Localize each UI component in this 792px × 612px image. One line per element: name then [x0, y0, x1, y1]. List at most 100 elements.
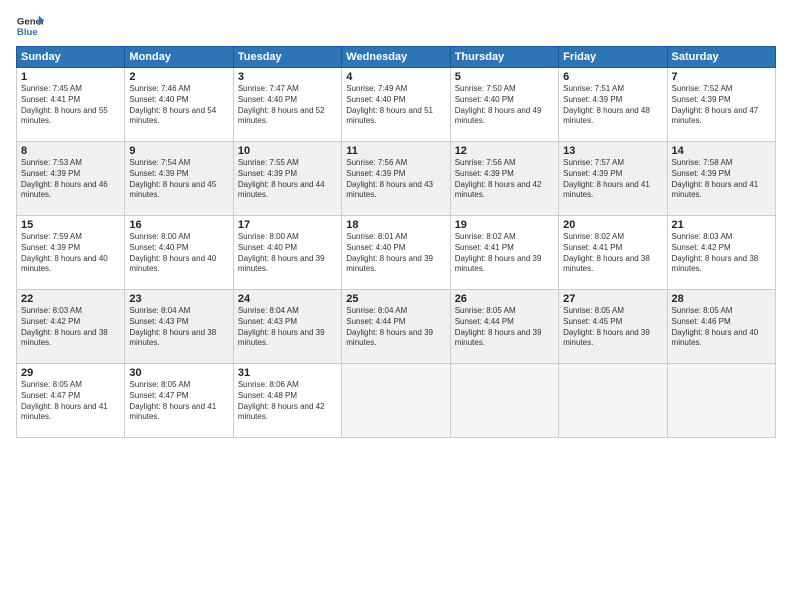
day-info: Sunrise: 7:50 AMSunset: 4:40 PMDaylight:… — [455, 84, 554, 127]
day-info: Sunrise: 7:53 AMSunset: 4:39 PMDaylight:… — [21, 158, 120, 201]
day-info: Sunrise: 7:56 AMSunset: 4:39 PMDaylight:… — [346, 158, 445, 201]
svg-text:Blue: Blue — [17, 27, 38, 38]
day-info: Sunrise: 7:51 AMSunset: 4:39 PMDaylight:… — [563, 84, 662, 127]
day-info: Sunrise: 8:04 AMSunset: 4:43 PMDaylight:… — [129, 306, 228, 349]
day-number: 4 — [346, 71, 445, 83]
header-cell-sunday: Sunday — [17, 47, 125, 68]
header: General Blue — [16, 12, 776, 40]
calendar-cell: 18Sunrise: 8:01 AMSunset: 4:40 PMDayligh… — [342, 216, 450, 290]
calendar-cell: 9Sunrise: 7:54 AMSunset: 4:39 PMDaylight… — [125, 142, 233, 216]
calendar-cell: 26Sunrise: 8:05 AMSunset: 4:44 PMDayligh… — [450, 290, 558, 364]
day-info: Sunrise: 7:55 AMSunset: 4:39 PMDaylight:… — [238, 158, 337, 201]
calendar-cell: 25Sunrise: 8:04 AMSunset: 4:44 PMDayligh… — [342, 290, 450, 364]
day-number: 22 — [21, 293, 120, 305]
day-number: 19 — [455, 219, 554, 231]
day-info: Sunrise: 8:05 AMSunset: 4:47 PMDaylight:… — [21, 380, 120, 423]
calendar-cell: 24Sunrise: 8:04 AMSunset: 4:43 PMDayligh… — [233, 290, 341, 364]
calendar-cell: 11Sunrise: 7:56 AMSunset: 4:39 PMDayligh… — [342, 142, 450, 216]
calendar-cell: 13Sunrise: 7:57 AMSunset: 4:39 PMDayligh… — [559, 142, 667, 216]
calendar-cell: 23Sunrise: 8:04 AMSunset: 4:43 PMDayligh… — [125, 290, 233, 364]
day-number: 3 — [238, 71, 337, 83]
calendar-cell: 14Sunrise: 7:58 AMSunset: 4:39 PMDayligh… — [667, 142, 775, 216]
calendar-cell: 12Sunrise: 7:56 AMSunset: 4:39 PMDayligh… — [450, 142, 558, 216]
day-number: 18 — [346, 219, 445, 231]
day-number: 2 — [129, 71, 228, 83]
day-number: 27 — [563, 293, 662, 305]
day-info: Sunrise: 8:00 AMSunset: 4:40 PMDaylight:… — [129, 232, 228, 275]
day-number: 25 — [346, 293, 445, 305]
calendar-cell: 7Sunrise: 7:52 AMSunset: 4:39 PMDaylight… — [667, 68, 775, 142]
calendar-cell: 1Sunrise: 7:45 AMSunset: 4:41 PMDaylight… — [17, 68, 125, 142]
calendar-cell: 6Sunrise: 7:51 AMSunset: 4:39 PMDaylight… — [559, 68, 667, 142]
header-cell-wednesday: Wednesday — [342, 47, 450, 68]
day-info: Sunrise: 8:06 AMSunset: 4:48 PMDaylight:… — [238, 380, 337, 423]
day-number: 13 — [563, 145, 662, 157]
calendar-cell: 16Sunrise: 8:00 AMSunset: 4:40 PMDayligh… — [125, 216, 233, 290]
calendar-cell: 15Sunrise: 7:59 AMSunset: 4:39 PMDayligh… — [17, 216, 125, 290]
day-number: 26 — [455, 293, 554, 305]
day-info: Sunrise: 8:04 AMSunset: 4:43 PMDaylight:… — [238, 306, 337, 349]
calendar-cell: 5Sunrise: 7:50 AMSunset: 4:40 PMDaylight… — [450, 68, 558, 142]
calendar-cell — [450, 364, 558, 438]
day-number: 29 — [21, 367, 120, 379]
day-number: 17 — [238, 219, 337, 231]
day-info: Sunrise: 8:00 AMSunset: 4:40 PMDaylight:… — [238, 232, 337, 275]
day-number: 21 — [672, 219, 771, 231]
day-number: 20 — [563, 219, 662, 231]
calendar-cell: 2Sunrise: 7:46 AMSunset: 4:40 PMDaylight… — [125, 68, 233, 142]
day-number: 16 — [129, 219, 228, 231]
calendar-cell: 3Sunrise: 7:47 AMSunset: 4:40 PMDaylight… — [233, 68, 341, 142]
day-number: 24 — [238, 293, 337, 305]
day-info: Sunrise: 8:03 AMSunset: 4:42 PMDaylight:… — [672, 232, 771, 275]
day-number: 7 — [672, 71, 771, 83]
day-info: Sunrise: 7:46 AMSunset: 4:40 PMDaylight:… — [129, 84, 228, 127]
calendar-cell: 30Sunrise: 8:05 AMSunset: 4:47 PMDayligh… — [125, 364, 233, 438]
day-info: Sunrise: 7:58 AMSunset: 4:39 PMDaylight:… — [672, 158, 771, 201]
day-number: 10 — [238, 145, 337, 157]
calendar-table: SundayMondayTuesdayWednesdayThursdayFrid… — [16, 46, 776, 438]
calendar-cell: 31Sunrise: 8:06 AMSunset: 4:48 PMDayligh… — [233, 364, 341, 438]
calendar-cell: 27Sunrise: 8:05 AMSunset: 4:45 PMDayligh… — [559, 290, 667, 364]
calendar-cell — [667, 364, 775, 438]
day-number: 30 — [129, 367, 228, 379]
day-info: Sunrise: 8:03 AMSunset: 4:42 PMDaylight:… — [21, 306, 120, 349]
header-cell-monday: Monday — [125, 47, 233, 68]
day-number: 9 — [129, 145, 228, 157]
day-number: 8 — [21, 145, 120, 157]
day-number: 6 — [563, 71, 662, 83]
logo-icon: General Blue — [16, 12, 44, 40]
calendar-cell: 17Sunrise: 8:00 AMSunset: 4:40 PMDayligh… — [233, 216, 341, 290]
header-cell-tuesday: Tuesday — [233, 47, 341, 68]
calendar-cell: 29Sunrise: 8:05 AMSunset: 4:47 PMDayligh… — [17, 364, 125, 438]
day-info: Sunrise: 8:04 AMSunset: 4:44 PMDaylight:… — [346, 306, 445, 349]
day-info: Sunrise: 7:47 AMSunset: 4:40 PMDaylight:… — [238, 84, 337, 127]
day-info: Sunrise: 8:02 AMSunset: 4:41 PMDaylight:… — [455, 232, 554, 275]
day-number: 12 — [455, 145, 554, 157]
day-number: 11 — [346, 145, 445, 157]
calendar-cell: 8Sunrise: 7:53 AMSunset: 4:39 PMDaylight… — [17, 142, 125, 216]
calendar-page: General Blue SundayMondayTuesdayWednesda… — [0, 0, 792, 612]
calendar-cell — [342, 364, 450, 438]
day-info: Sunrise: 8:01 AMSunset: 4:40 PMDaylight:… — [346, 232, 445, 275]
day-info: Sunrise: 7:59 AMSunset: 4:39 PMDaylight:… — [21, 232, 120, 275]
calendar-cell: 19Sunrise: 8:02 AMSunset: 4:41 PMDayligh… — [450, 216, 558, 290]
day-info: Sunrise: 8:05 AMSunset: 4:44 PMDaylight:… — [455, 306, 554, 349]
calendar-cell: 20Sunrise: 8:02 AMSunset: 4:41 PMDayligh… — [559, 216, 667, 290]
calendar-cell: 21Sunrise: 8:03 AMSunset: 4:42 PMDayligh… — [667, 216, 775, 290]
day-number: 14 — [672, 145, 771, 157]
calendar-cell: 22Sunrise: 8:03 AMSunset: 4:42 PMDayligh… — [17, 290, 125, 364]
day-number: 5 — [455, 71, 554, 83]
day-info: Sunrise: 7:45 AMSunset: 4:41 PMDaylight:… — [21, 84, 120, 127]
day-info: Sunrise: 7:49 AMSunset: 4:40 PMDaylight:… — [346, 84, 445, 127]
day-info: Sunrise: 8:05 AMSunset: 4:47 PMDaylight:… — [129, 380, 228, 423]
header-cell-saturday: Saturday — [667, 47, 775, 68]
day-info: Sunrise: 8:05 AMSunset: 4:45 PMDaylight:… — [563, 306, 662, 349]
calendar-cell: 4Sunrise: 7:49 AMSunset: 4:40 PMDaylight… — [342, 68, 450, 142]
day-info: Sunrise: 7:56 AMSunset: 4:39 PMDaylight:… — [455, 158, 554, 201]
day-info: Sunrise: 8:05 AMSunset: 4:46 PMDaylight:… — [672, 306, 771, 349]
header-cell-thursday: Thursday — [450, 47, 558, 68]
calendar-cell: 28Sunrise: 8:05 AMSunset: 4:46 PMDayligh… — [667, 290, 775, 364]
day-info: Sunrise: 8:02 AMSunset: 4:41 PMDaylight:… — [563, 232, 662, 275]
day-number: 15 — [21, 219, 120, 231]
logo: General Blue — [16, 12, 44, 40]
